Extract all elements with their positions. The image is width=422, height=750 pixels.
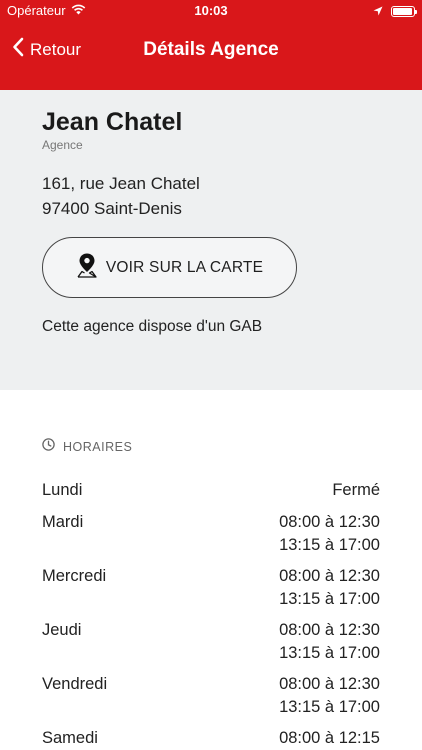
day-label-monday: Lundi — [42, 481, 83, 499]
hours-wednesday-slot1: 08:00 à 12:30 — [279, 567, 380, 585]
hours-monday-slot1: Fermé — [332, 481, 380, 499]
atm-availability-note: Cette agence dispose d'un GAB — [42, 318, 263, 335]
hours-title: HORAIRES — [63, 440, 133, 454]
navigation-bar: Retour Détails Agence — [0, 22, 422, 90]
status-right — [373, 4, 417, 19]
hours-header: HORAIRES — [42, 438, 132, 456]
address-line-1: 161, rue Jean Chatel — [42, 174, 200, 193]
hours-saturday-slot1: 08:00 à 12:15 — [279, 729, 380, 747]
status-time: 10:03 — [194, 3, 228, 18]
day-label-thursday: Jeudi — [42, 621, 82, 639]
location-arrow-icon — [373, 4, 383, 19]
page-title: Détails Agence — [143, 39, 279, 60]
map-pin-icon — [76, 252, 98, 283]
hours-tuesday-slot2: 13:15 à 17:00 — [279, 536, 380, 554]
opening-hours-section: HORAIRES Lundi Fermé Mardi 08:00 à 12:30… — [0, 390, 422, 750]
hours-tuesday-slot1: 08:00 à 12:30 — [279, 513, 380, 531]
hours-wednesday-slot2: 13:15 à 17:00 — [279, 590, 380, 608]
day-label-friday: Vendredi — [42, 675, 108, 693]
battery-icon — [391, 6, 417, 17]
hours-thursday-slot1: 08:00 à 12:30 — [279, 621, 380, 639]
clock-icon — [42, 438, 55, 456]
view-on-map-button[interactable]: VOIR SUR LA CARTE — [42, 237, 297, 298]
agency-name: Jean Chatel — [42, 108, 183, 136]
day-label-tuesday: Mardi — [42, 513, 84, 531]
status-bar: Opérateur 10:03 — [0, 0, 422, 22]
address-line-2: 97400 Saint-Denis — [42, 199, 182, 218]
hours-friday-slot2: 13:15 à 17:00 — [279, 698, 380, 716]
battery-level — [393, 8, 412, 15]
hours-thursday-slot2: 13:15 à 17:00 — [279, 644, 380, 662]
view-on-map-label: VOIR SUR LA CARTE — [105, 258, 264, 276]
agency-type: Agence — [42, 138, 83, 152]
hours-friday-slot1: 08:00 à 12:30 — [279, 675, 380, 693]
app-header: Opérateur 10:03 Retour Détails Agence — [0, 0, 422, 90]
day-label-wednesday: Mercredi — [42, 567, 107, 585]
agency-panel: Jean Chatel Agence 161, rue Jean Chatel … — [0, 90, 422, 390]
day-label-saturday: Samedi — [42, 729, 98, 747]
